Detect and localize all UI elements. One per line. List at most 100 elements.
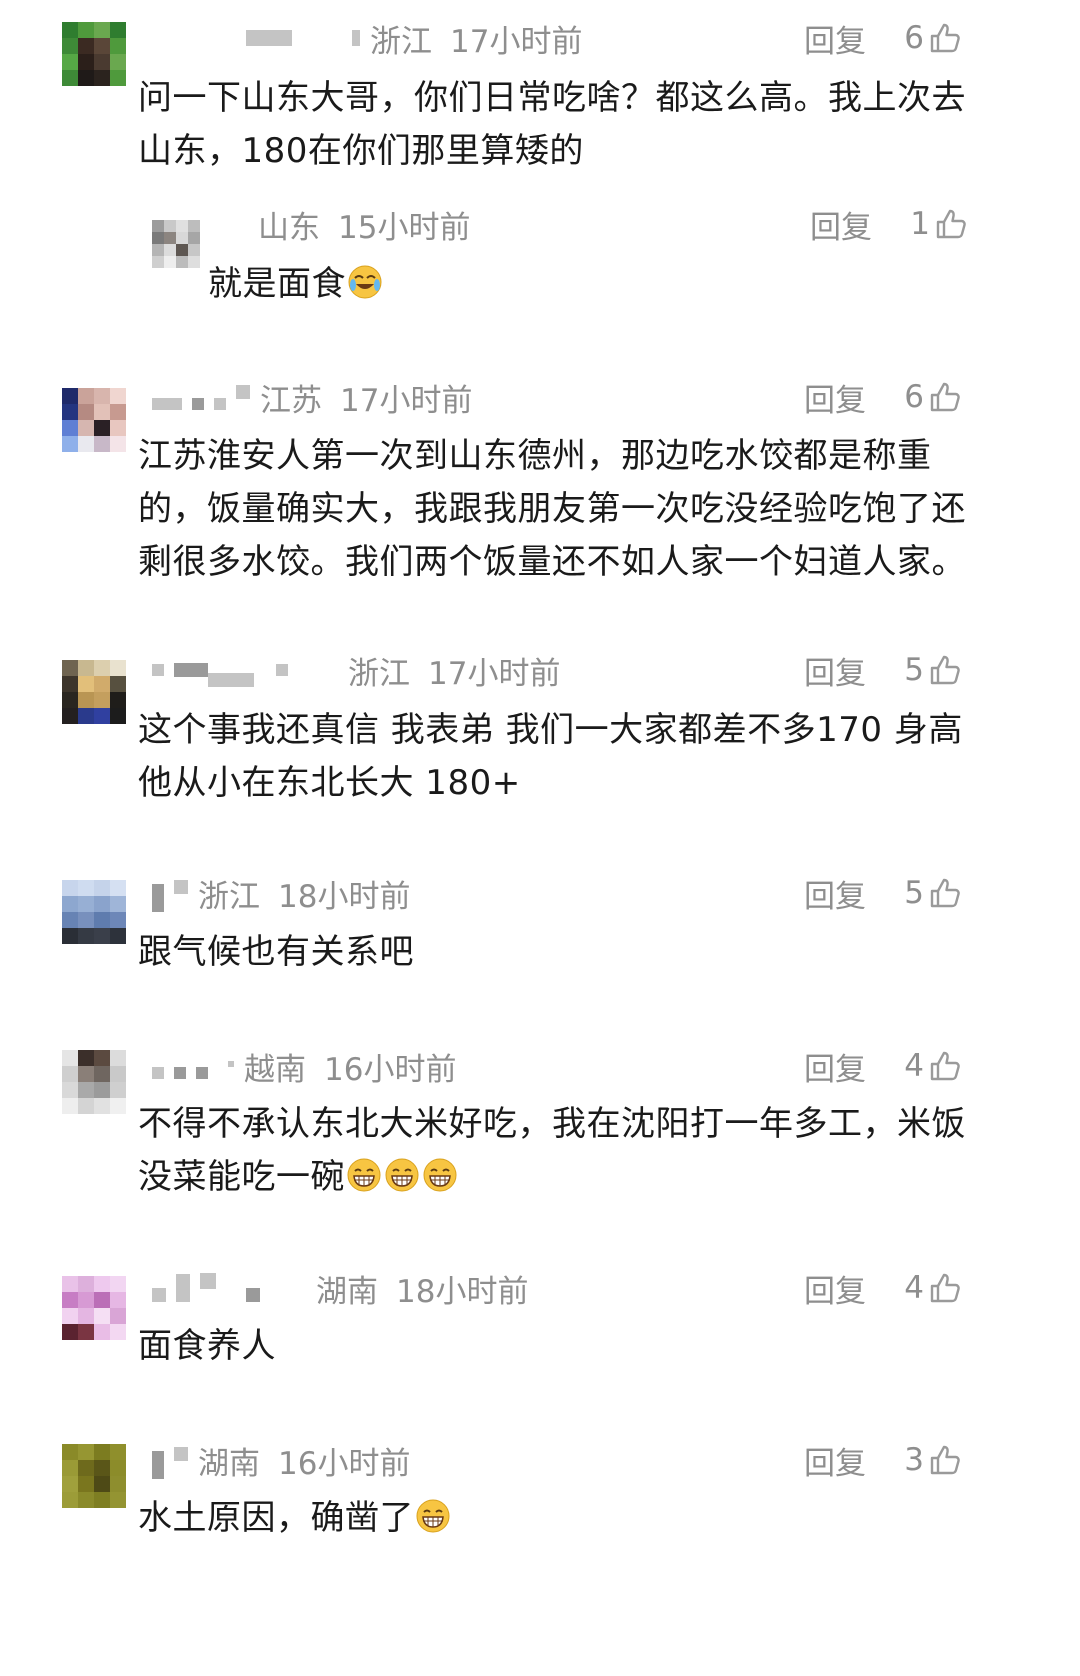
username-blurred[interactable] <box>152 1288 166 1302</box>
comment-meta: 浙江 18小时前 <box>152 871 410 915</box>
comment-meta: 浙江 17小时前 <box>152 648 560 692</box>
comment-text-line: 没菜能吃一碗 <box>138 1151 1018 1204</box>
location-label: 湖南 <box>316 1273 378 1310</box>
reply-button[interactable]: 回复 <box>810 202 872 247</box>
avatar-pixel <box>78 1050 94 1066</box>
avatar-pixel <box>78 1308 94 1324</box>
avatar-pixel <box>110 880 126 896</box>
comment-actions: 回复 5 <box>804 871 962 915</box>
avatar-pixel <box>152 244 164 256</box>
avatar-pixel <box>110 70 126 86</box>
avatar[interactable] <box>62 1276 126 1340</box>
location-label: 山东 <box>258 209 320 246</box>
timestamp: 15小时前 <box>338 209 471 246</box>
avatar-pixel <box>62 1098 78 1114</box>
timestamp: 18小时前 <box>278 878 411 915</box>
reply-button[interactable]: 回复 <box>804 16 866 61</box>
avatar-pixel <box>164 232 176 244</box>
avatar-pixel <box>62 70 78 86</box>
avatar-pixel <box>110 54 126 70</box>
comment-meta: 湖南 18小时前 <box>152 1266 528 1310</box>
thumbs-up-icon[interactable] <box>928 876 962 910</box>
avatar-pixel <box>110 928 126 944</box>
comment-text-line: 江苏淮安人第一次到山东德州，那边吃水饺都是称重 <box>138 436 932 476</box>
avatar-pixel <box>78 1492 94 1508</box>
username-blurred[interactable] <box>246 30 292 46</box>
avatar-pixel <box>78 676 94 692</box>
reply-button[interactable]: 回复 <box>804 871 866 916</box>
avatar-pixel <box>78 436 94 452</box>
comment-text-line: 不得不承认东北大米好吃，我在沈阳打一年多工，米饭 <box>138 1104 966 1144</box>
comment-meta: 越南 16小时前 <box>152 1044 456 1088</box>
avatar-pixel <box>176 256 188 268</box>
avatar-pixel <box>94 22 110 38</box>
location-label: 浙江 <box>348 655 410 692</box>
thumbs-up-icon[interactable] <box>928 380 962 414</box>
avatar-pixel <box>110 912 126 928</box>
avatar-pixel <box>94 1492 110 1508</box>
avatar-pixel <box>110 420 126 436</box>
comment-actions: 回复 4 <box>804 1266 962 1310</box>
grin-emoji-icon <box>347 1158 381 1192</box>
location-label: 浙江 <box>370 23 432 60</box>
timestamp: 17小时前 <box>450 23 583 60</box>
avatar-pixel <box>62 436 78 452</box>
reply-button[interactable]: 回复 <box>804 375 866 420</box>
avatar[interactable] <box>62 22 126 86</box>
thumbs-up-icon[interactable] <box>928 1049 962 1083</box>
avatar-pixel <box>78 22 94 38</box>
thumbs-up-icon[interactable] <box>934 207 968 241</box>
avatar[interactable] <box>62 1444 126 1508</box>
avatar-pixel <box>94 1444 110 1460</box>
like-count: 6 <box>904 20 924 56</box>
avatar-pixel <box>94 70 110 86</box>
avatar-pixel <box>78 692 94 708</box>
comment-text-line: 跟气候也有关系吧 <box>138 932 414 972</box>
username-blurred[interactable] <box>152 1067 164 1079</box>
avatar-pixel <box>110 38 126 54</box>
reply-button[interactable]: 回复 <box>804 1044 866 1089</box>
avatar-pixel <box>78 420 94 436</box>
comment-actions: 回复 4 <box>804 1044 962 1088</box>
avatar-pixel <box>62 1444 78 1460</box>
avatar-pixel <box>62 22 78 38</box>
username-blurred[interactable] <box>152 884 164 912</box>
avatar-pixel <box>188 244 200 256</box>
comment-text-line: 问一下山东大哥，你们日常吃啥？都这么高。我上次去 <box>138 78 966 118</box>
avatar-pixel <box>78 660 94 676</box>
reply-button[interactable]: 回复 <box>804 1438 866 1483</box>
username-blurred[interactable] <box>152 1451 164 1479</box>
thumbs-up-icon[interactable] <box>928 653 962 687</box>
thumbs-up-icon[interactable] <box>928 1271 962 1305</box>
avatar-pixel <box>94 1460 110 1476</box>
avatar[interactable] <box>152 220 200 268</box>
avatar-pixel <box>110 1324 126 1340</box>
timestamp: 17小时前 <box>340 382 473 419</box>
avatar[interactable] <box>62 660 126 724</box>
avatar[interactable] <box>62 880 126 944</box>
username-blurred[interactable] <box>152 664 164 676</box>
avatar[interactable] <box>62 388 126 452</box>
thumbs-up-icon[interactable] <box>928 1443 962 1477</box>
grin-emoji-icon <box>423 1158 457 1192</box>
avatar-pixel <box>62 1276 78 1292</box>
thumbs-up-icon[interactable] <box>928 21 962 55</box>
avatar[interactable] <box>62 1050 126 1114</box>
avatar-pixel <box>152 232 164 244</box>
reply-button[interactable]: 回复 <box>804 648 866 693</box>
avatar-pixel <box>94 880 110 896</box>
avatar-pixel <box>94 436 110 452</box>
comment-text-line: 的，饭量确实大，我跟我朋友第一次吃没经验吃饱了还 <box>138 489 966 529</box>
avatar-pixel <box>94 660 110 676</box>
avatar-pixel <box>62 1050 78 1066</box>
avatar-pixel <box>94 54 110 70</box>
avatar-pixel <box>78 896 94 912</box>
comment-actions: 回复 3 <box>804 1438 962 1482</box>
reply-button[interactable]: 回复 <box>804 1266 866 1311</box>
avatar-pixel <box>110 1276 126 1292</box>
avatar-pixel <box>62 1492 78 1508</box>
username-blurred[interactable] <box>152 398 182 410</box>
avatar-pixel <box>62 1460 78 1476</box>
avatar-pixel <box>78 1324 94 1340</box>
timestamp: 16小时前 <box>278 1445 411 1482</box>
